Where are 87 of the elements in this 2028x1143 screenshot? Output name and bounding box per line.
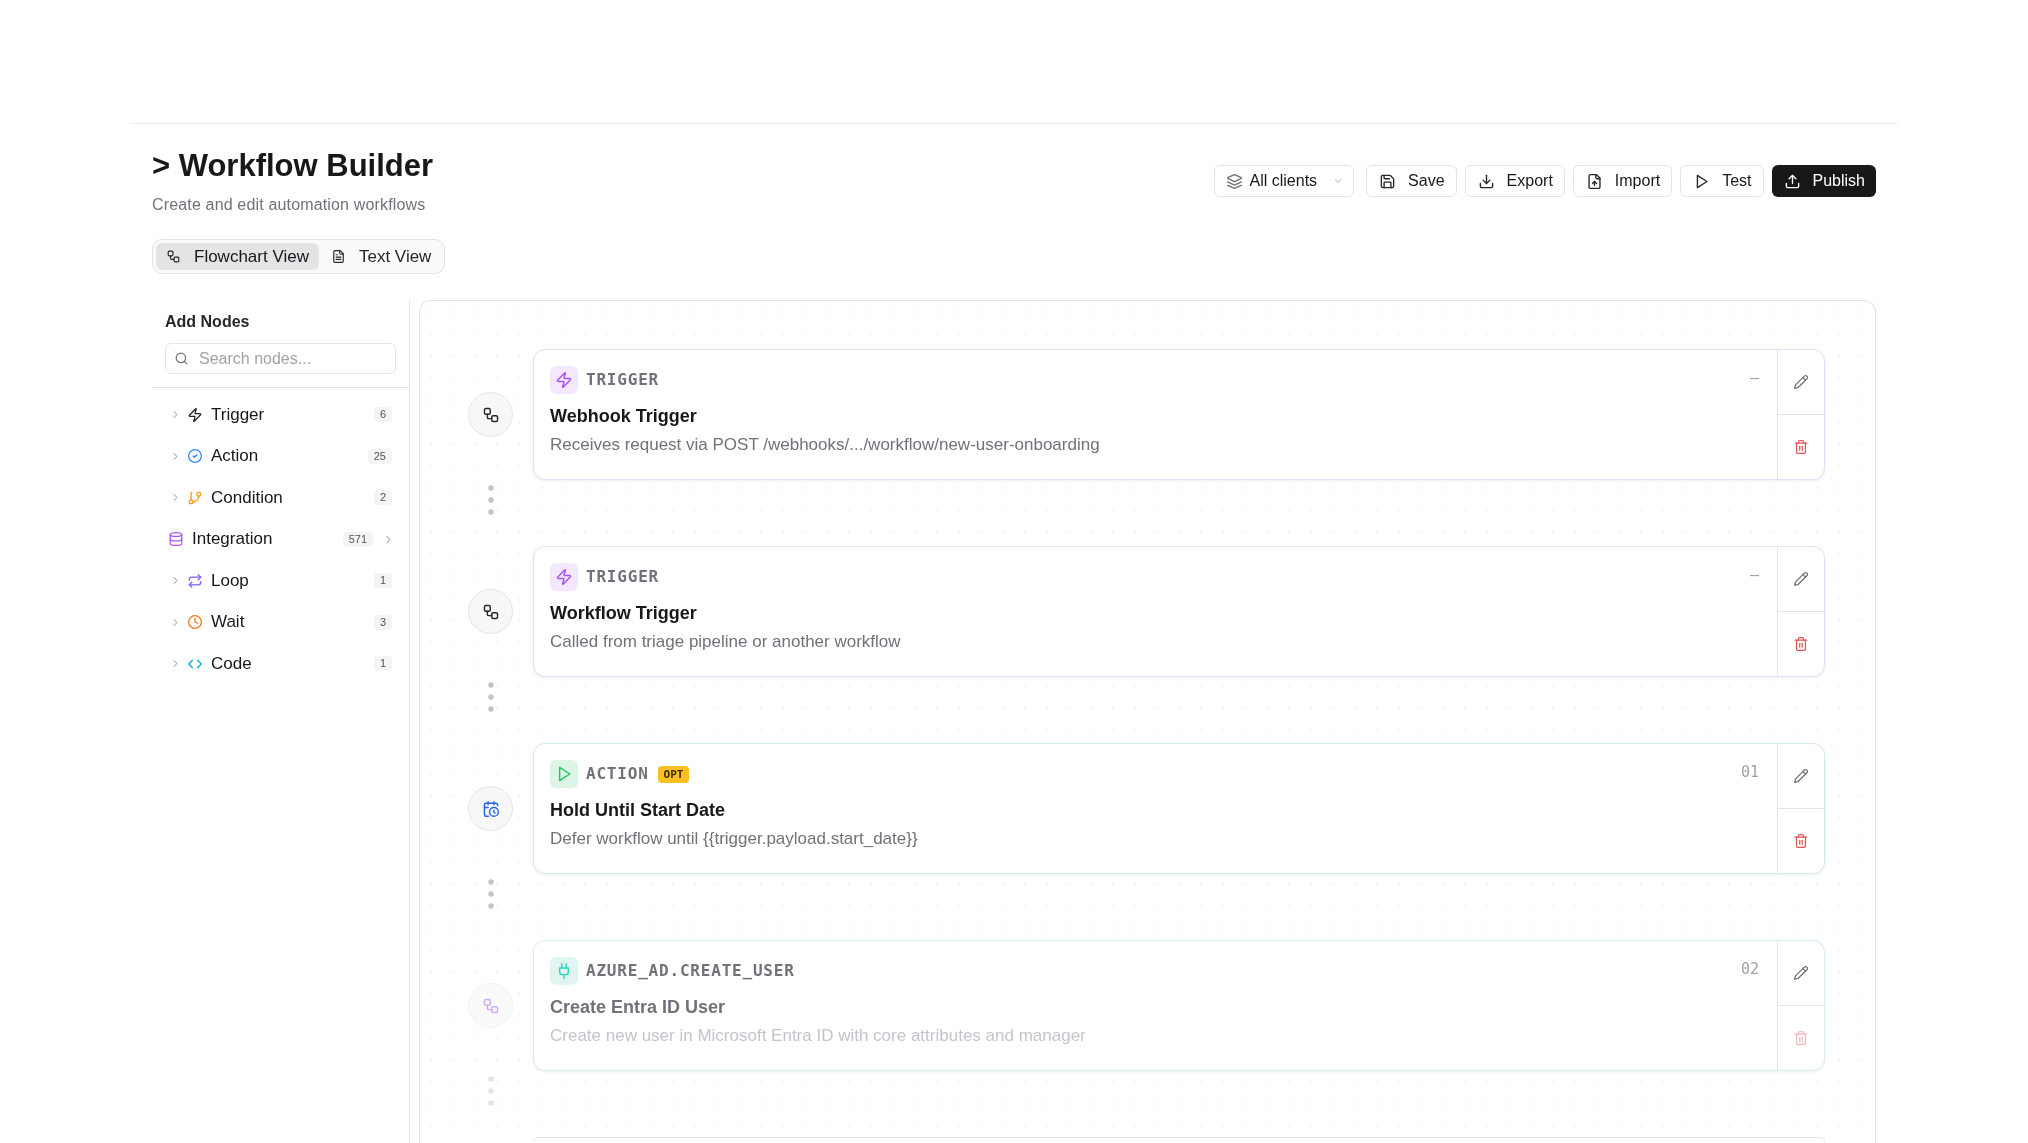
optional-badge: OPT xyxy=(657,765,690,783)
category-label[interactable]: Integration xyxy=(192,527,343,552)
database-icon xyxy=(169,532,183,547)
trash-icon xyxy=(1794,1031,1808,1045)
lightning-icon xyxy=(550,563,578,591)
step-number: — xyxy=(1749,368,1759,389)
pencil-icon xyxy=(1794,572,1808,586)
lightning-icon xyxy=(550,366,578,394)
pencil-icon xyxy=(1794,769,1808,783)
view-tab[interactable]: Flowchart View xyxy=(156,243,319,270)
count-badge: 1 xyxy=(373,656,392,672)
node-title: Hold Until Start Date xyxy=(550,799,726,822)
branch-icon xyxy=(188,490,202,505)
count-badge: 25 xyxy=(367,448,392,464)
flowchart-icon xyxy=(468,983,513,1028)
toolbar-button[interactable]: Export xyxy=(1464,165,1565,197)
download-icon xyxy=(1478,173,1494,189)
step-number: 02 xyxy=(1740,959,1759,980)
node-description: Defer workflow until {{trigger.payload.start_date}} xyxy=(550,828,919,850)
page-subtitle: Create and edit automation workflows xyxy=(152,195,427,215)
play-icon xyxy=(550,760,578,788)
chevron-right-icon[interactable] xyxy=(170,409,181,421)
toolbar-button[interactable]: Import xyxy=(1572,165,1673,197)
file-upload-icon xyxy=(1586,173,1602,189)
node-type-label: AZURE_AD.CREATE_USER xyxy=(586,960,795,982)
category-label[interactable]: Code xyxy=(211,651,374,676)
layers-icon xyxy=(1226,173,1242,189)
node-description: Create new user in Microsoft Entra ID with core attributes and manager xyxy=(550,1025,1087,1047)
category-label[interactable]: Loop xyxy=(211,568,374,593)
view-tab[interactable]: Text View xyxy=(320,243,442,270)
category-label[interactable]: Wait xyxy=(211,610,374,635)
chevron-right-icon[interactable] xyxy=(170,658,181,670)
node-title: Webhook Trigger xyxy=(550,405,698,428)
sidebar-title: Add Nodes xyxy=(165,312,251,332)
node-title: Workflow Trigger xyxy=(550,602,698,625)
dotted-connector xyxy=(487,879,494,909)
save-icon xyxy=(1380,173,1396,189)
toolbar-button[interactable]: Test xyxy=(1680,165,1764,197)
client-dropdown[interactable]: All clients xyxy=(1213,165,1355,197)
count-badge: 2 xyxy=(373,490,392,506)
flowchart-icon xyxy=(468,589,513,634)
category-label[interactable]: Action xyxy=(211,444,368,469)
publish-button[interactable]: Publish xyxy=(1771,165,1876,197)
toolbar-button[interactable]: Save xyxy=(1366,165,1457,197)
calendar-clock-icon xyxy=(468,786,513,831)
count-badge: 1 xyxy=(373,573,392,589)
node-description: Receives request via POST /webhooks/.../workflow/new-user-onboarding xyxy=(550,434,1101,456)
search-icon xyxy=(175,352,188,365)
node-title: Create Entra ID User xyxy=(550,996,727,1019)
node-type-label: TRIGGER xyxy=(586,369,660,391)
flowchart-icon xyxy=(468,392,513,437)
dotted-connector xyxy=(487,682,494,712)
play-icon xyxy=(1694,173,1710,189)
clock-icon xyxy=(188,615,202,630)
chevron-down-icon xyxy=(1333,176,1344,186)
pencil-icon xyxy=(1794,375,1808,389)
dotted-connector xyxy=(487,1076,494,1106)
plug-icon xyxy=(550,957,578,985)
code-icon xyxy=(188,656,202,671)
count-badge: 6 xyxy=(373,407,392,423)
chevron-right-icon[interactable] xyxy=(170,616,181,628)
trash-icon xyxy=(1794,440,1808,454)
check-circle-icon xyxy=(188,449,202,464)
document-icon xyxy=(331,250,345,263)
step-number: 01 xyxy=(1740,762,1759,783)
chevron-right-icon[interactable] xyxy=(383,533,394,545)
page-title: > Workflow Builder xyxy=(152,147,434,185)
node-description: Called from triage pipeline or another workflow xyxy=(550,631,902,653)
category-label[interactable]: Trigger xyxy=(211,402,374,427)
trash-icon xyxy=(1794,637,1808,651)
repeat-icon xyxy=(188,573,202,588)
chevron-right-icon[interactable] xyxy=(170,575,181,587)
search-field[interactable]: Search nodes... xyxy=(165,343,396,374)
chevron-right-icon[interactable] xyxy=(170,450,181,462)
upload-icon xyxy=(1784,173,1800,189)
count-badge: 571 xyxy=(342,531,373,547)
trash-icon xyxy=(1794,834,1808,848)
chevron-right-icon[interactable] xyxy=(170,492,181,504)
step-number: — xyxy=(1749,565,1759,586)
category-label[interactable]: Condition xyxy=(211,485,374,510)
flowchart-icon xyxy=(167,250,180,263)
count-badge: 3 xyxy=(373,614,392,630)
node-type-label: ACTION xyxy=(586,763,649,785)
dotted-connector xyxy=(487,485,494,515)
lightning-icon xyxy=(188,407,202,422)
node-type-label: TRIGGER xyxy=(586,566,660,588)
pencil-icon xyxy=(1794,966,1808,980)
